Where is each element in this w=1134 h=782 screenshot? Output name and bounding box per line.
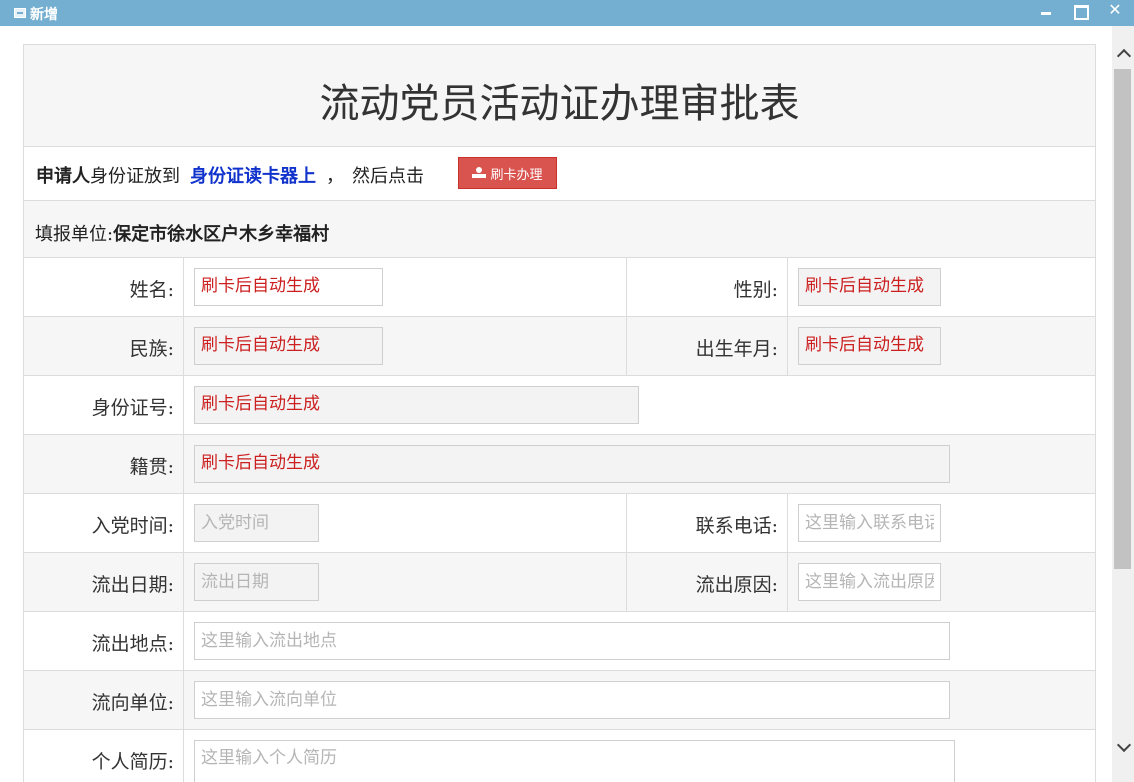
unit-row: 填报单位:保定市徐水区户木乡幸福村: [24, 201, 1095, 258]
native-place-label: 籍贯:: [24, 435, 184, 493]
window-titlebar: 新增 ✕: [0, 0, 1134, 26]
gender-cell: 刷卡后自动生成: [788, 258, 1095, 316]
resume-label: 个人简历:: [24, 730, 184, 782]
form-row-name-gender: 姓名: 刷卡后自动生成 性别: 刷卡后自动生成: [24, 258, 1095, 317]
swipe-card-label: 刷卡办理: [490, 167, 543, 183]
ethnicity-cell: 刷卡后自动生成: [184, 317, 626, 375]
instruction-text: 申请人身份证放到 身份证读卡器上 ， 然后点击: [36, 162, 424, 188]
outflow-reason-label: 流出原因:: [626, 553, 788, 611]
approval-form: 流动党员活动证办理审批表 申请人身份证放到 身份证读卡器上 ， 然后点击 刷卡办理 填…: [23, 44, 1096, 782]
id-number-field[interactable]: 刷卡后自动生成: [194, 386, 639, 424]
scroll-up-icon[interactable]: [1116, 46, 1130, 60]
form-header: 流动党员活动证办理审批表: [24, 45, 1095, 147]
unit-label: 填报单位:: [35, 224, 114, 245]
form-row-ethnicity-birth: 民族: 刷卡后自动生成 出生年月: 刷卡后自动生成: [24, 317, 1095, 376]
id-card-icon: [472, 167, 487, 179]
gender-label: 性别:: [626, 258, 788, 316]
phone-input[interactable]: [798, 504, 941, 542]
name-label: 姓名:: [24, 258, 184, 316]
birth-cell: 刷卡后自动生成: [788, 317, 1095, 375]
form-row-id-number: 身份证号: 刷卡后自动生成: [24, 376, 1095, 435]
destination-unit-cell: [184, 671, 1095, 729]
outflow-date-label: 流出日期:: [24, 553, 184, 611]
instruction-part2: 然后点击: [352, 166, 424, 187]
birth-field[interactable]: 刷卡后自动生成: [798, 327, 941, 365]
close-icon[interactable]: ✕: [1105, 2, 1125, 22]
form-row-outflow-date-reason: 流出日期: 流出原因:: [24, 553, 1095, 612]
unit-value: 保定市徐水区户木乡幸福村: [113, 224, 330, 245]
destination-unit-label: 流向单位:: [24, 671, 184, 729]
ethnicity-label: 民族:: [24, 317, 184, 375]
swipe-card-button[interactable]: 刷卡办理: [458, 157, 557, 189]
form-row-native-place: 籍贯: 刷卡后自动生成: [24, 435, 1095, 494]
phone-cell: [788, 494, 1095, 552]
outflow-place-input[interactable]: [194, 622, 950, 660]
vertical-scrollbar[interactable]: [1112, 26, 1134, 782]
outflow-reason-cell: [788, 553, 1095, 611]
applicant-label: 申请人: [36, 166, 90, 187]
id-number-cell: 刷卡后自动生成: [184, 376, 1095, 434]
join-date-input[interactable]: [194, 504, 319, 542]
outflow-date-input[interactable]: [194, 563, 319, 601]
minimize-icon[interactable]: [1036, 2, 1056, 22]
birth-label: 出生年月:: [626, 317, 788, 375]
form-row-join-phone: 入党时间: 联系电话:: [24, 494, 1095, 553]
native-place-cell: 刷卡后自动生成: [184, 435, 1095, 493]
resume-cell: 这里输入个人简历: [184, 730, 1095, 782]
form-title: 流动党员活动证办理审批表: [319, 81, 800, 127]
destination-unit-input[interactable]: [194, 681, 950, 719]
id-number-label: 身份证号:: [24, 376, 184, 434]
form-row-destination-unit: 流向单位:: [24, 671, 1095, 730]
form-row-outflow-place: 流出地点:: [24, 612, 1095, 671]
scroll-thumb[interactable]: [1114, 69, 1131, 569]
maximize-icon[interactable]: [1070, 2, 1090, 22]
ethnicity-field[interactable]: 刷卡后自动生成: [194, 327, 383, 365]
outflow-place-cell: [184, 612, 1095, 670]
outflow-date-cell: [184, 553, 626, 611]
name-field[interactable]: 刷卡后自动生成: [194, 268, 383, 306]
outflow-place-label: 流出地点:: [24, 612, 184, 670]
form-window-icon: [14, 8, 26, 18]
name-cell: 刷卡后自动生成: [184, 258, 626, 316]
dialog-content: 流动党员活动证办理审批表 申请人身份证放到 身份证读卡器上 ， 然后点击 刷卡办理 填…: [0, 26, 1112, 782]
join-date-label: 入党时间:: [24, 494, 184, 552]
form-row-resume: 个人简历: 这里输入个人简历: [24, 730, 1095, 782]
resume-textarea[interactable]: 这里输入个人简历: [194, 740, 955, 782]
instruction-part1: 身份证放到: [90, 166, 180, 187]
phone-label: 联系电话:: [626, 494, 788, 552]
scroll-down-icon[interactable]: [1116, 740, 1130, 754]
card-reader-text: 身份证读卡器上: [190, 166, 316, 187]
native-place-field[interactable]: 刷卡后自动生成: [194, 445, 950, 483]
instruction-row: 申请人身份证放到 身份证读卡器上 ， 然后点击 刷卡办理: [24, 147, 1095, 201]
instruction-comma: ，: [326, 166, 344, 187]
gender-field[interactable]: 刷卡后自动生成: [798, 268, 941, 306]
outflow-reason-input[interactable]: [798, 563, 941, 601]
window-title: 新增: [30, 7, 58, 23]
unit-line: 填报单位:保定市徐水区户木乡幸福村: [35, 220, 329, 246]
join-date-cell: [184, 494, 626, 552]
